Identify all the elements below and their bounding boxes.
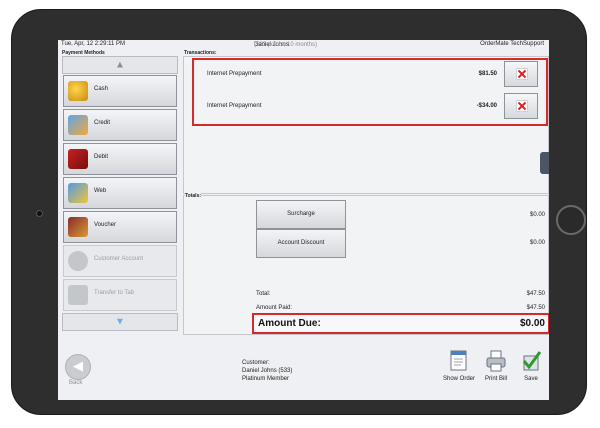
customer-name-line: Daniel Johns (533) bbox=[242, 368, 293, 374]
chevron-down-icon: ▼ bbox=[115, 316, 125, 328]
transaction-amount: -$34.00 bbox=[476, 103, 497, 109]
scroll-down-button[interactable]: ▼ bbox=[62, 313, 178, 331]
back-button[interactable]: ◀ bbox=[65, 354, 91, 380]
voucher-icon bbox=[68, 217, 88, 237]
transaction-label: Internet Prepayment bbox=[207, 103, 262, 109]
camera bbox=[36, 210, 43, 217]
document-icon bbox=[449, 350, 469, 372]
payment-customer-account-label: Customer Account bbox=[94, 256, 144, 262]
bottom-bar: ◀ Back Customer: Daniel Johns (533) Plat… bbox=[58, 340, 549, 400]
pos-screen: Tue, Apr, 12 2:29:11 PM Daniel Johns (53… bbox=[58, 40, 549, 400]
save-check-icon bbox=[521, 350, 542, 372]
transaction-amount: $81.50 bbox=[478, 71, 497, 77]
amount-due-box: Amount Due: $0.00 bbox=[252, 313, 549, 334]
back-arrow-icon: ◀ bbox=[73, 358, 83, 373]
payment-cash-label: Cash bbox=[94, 86, 109, 92]
delete-icon bbox=[516, 68, 528, 80]
payment-transfer-tab-label: Transfer to Tab bbox=[94, 290, 135, 296]
surcharge-value: $0.00 bbox=[529, 212, 545, 218]
customer-account-icon bbox=[68, 251, 88, 271]
payment-cash-button[interactable]: Cash bbox=[63, 75, 177, 107]
payment-web-button[interactable]: Web bbox=[63, 177, 177, 209]
printer-icon bbox=[486, 350, 506, 372]
payment-debit-label: Debit bbox=[94, 154, 109, 160]
account-discount-label: Account Discount bbox=[277, 240, 325, 246]
amount-paid-label: Amount Paid: bbox=[256, 305, 293, 311]
transfer-tab-icon bbox=[68, 285, 88, 305]
home-button[interactable] bbox=[556, 205, 586, 235]
customer-info: Customer: Daniel Johns (533) Platinum Me… bbox=[242, 359, 292, 383]
debit-card-icon bbox=[68, 149, 88, 169]
chevron-up-icon: ▲ bbox=[115, 59, 125, 71]
amount-paid-value: $47.50 bbox=[526, 305, 545, 311]
save-label: Save bbox=[524, 376, 538, 382]
payment-methods-panel: ▲ Cash Credit Debit Web Voucher Customer… bbox=[62, 56, 178, 334]
back-label: Back bbox=[69, 380, 83, 386]
surcharge-button[interactable]: Surcharge bbox=[256, 200, 346, 229]
account-discount-button[interactable]: Account Discount bbox=[256, 229, 346, 258]
transaction-row: Internet Prepayment -$34.00 bbox=[195, 92, 541, 120]
print-bill-label: Print Bill bbox=[484, 376, 507, 382]
total-label: Total: bbox=[256, 291, 271, 297]
scroll-up-button[interactable]: ▲ bbox=[62, 56, 178, 74]
transaction-row: Internet Prepayment $81.50 bbox=[195, 60, 541, 88]
web-icon bbox=[68, 183, 88, 203]
print-bill-button[interactable]: Print Bill bbox=[479, 350, 513, 382]
credit-card-icon bbox=[68, 115, 88, 135]
total-value: $47.50 bbox=[526, 291, 545, 297]
customer-heading: Customer: bbox=[242, 360, 270, 366]
payment-voucher-label: Voucher bbox=[94, 222, 117, 228]
transaction-label: Internet Prepayment bbox=[207, 71, 262, 77]
amount-due-label: Amount Due: bbox=[258, 318, 321, 329]
surcharge-label: Surcharge bbox=[287, 211, 315, 217]
payment-web-label: Web bbox=[94, 188, 107, 194]
payment-customer-account-button[interactable]: Customer Account bbox=[63, 245, 177, 277]
status-bar: Tue, Apr, 12 2:29:11 PM Daniel Johns (53… bbox=[58, 40, 549, 50]
delete-transaction-button[interactable] bbox=[504, 61, 538, 87]
vendor-name: OrderMate TechSupport bbox=[480, 41, 544, 47]
delete-icon bbox=[516, 100, 528, 112]
payment-transfer-tab-button[interactable]: Transfer to Tab bbox=[63, 279, 177, 311]
tablet-frame: Tue, Apr, 12 2:29:11 PM Daniel Johns (53… bbox=[11, 9, 587, 415]
payment-voucher-button[interactable]: Voucher bbox=[63, 211, 177, 243]
payment-credit-button[interactable]: Credit bbox=[63, 109, 177, 141]
header-customer-points: (533 points, 10 months) bbox=[254, 42, 318, 48]
payment-credit-label: Credit bbox=[94, 120, 111, 126]
amount-due-value: $0.00 bbox=[519, 318, 545, 329]
payment-debit-button[interactable]: Debit bbox=[63, 143, 177, 175]
side-drawer-tab[interactable] bbox=[540, 152, 549, 174]
save-button[interactable]: Save bbox=[514, 350, 548, 382]
totals-title: Totals: bbox=[185, 193, 202, 199]
delete-transaction-button[interactable] bbox=[504, 93, 538, 119]
account-discount-value: $0.00 bbox=[529, 240, 545, 246]
datetime: Tue, Apr, 12 2:29:11 PM bbox=[61, 41, 126, 47]
cash-icon bbox=[68, 81, 88, 101]
customer-tier: Platinum Member bbox=[242, 376, 290, 382]
show-order-button[interactable]: Show Order bbox=[442, 350, 476, 382]
show-order-label: Show Order bbox=[442, 376, 475, 382]
